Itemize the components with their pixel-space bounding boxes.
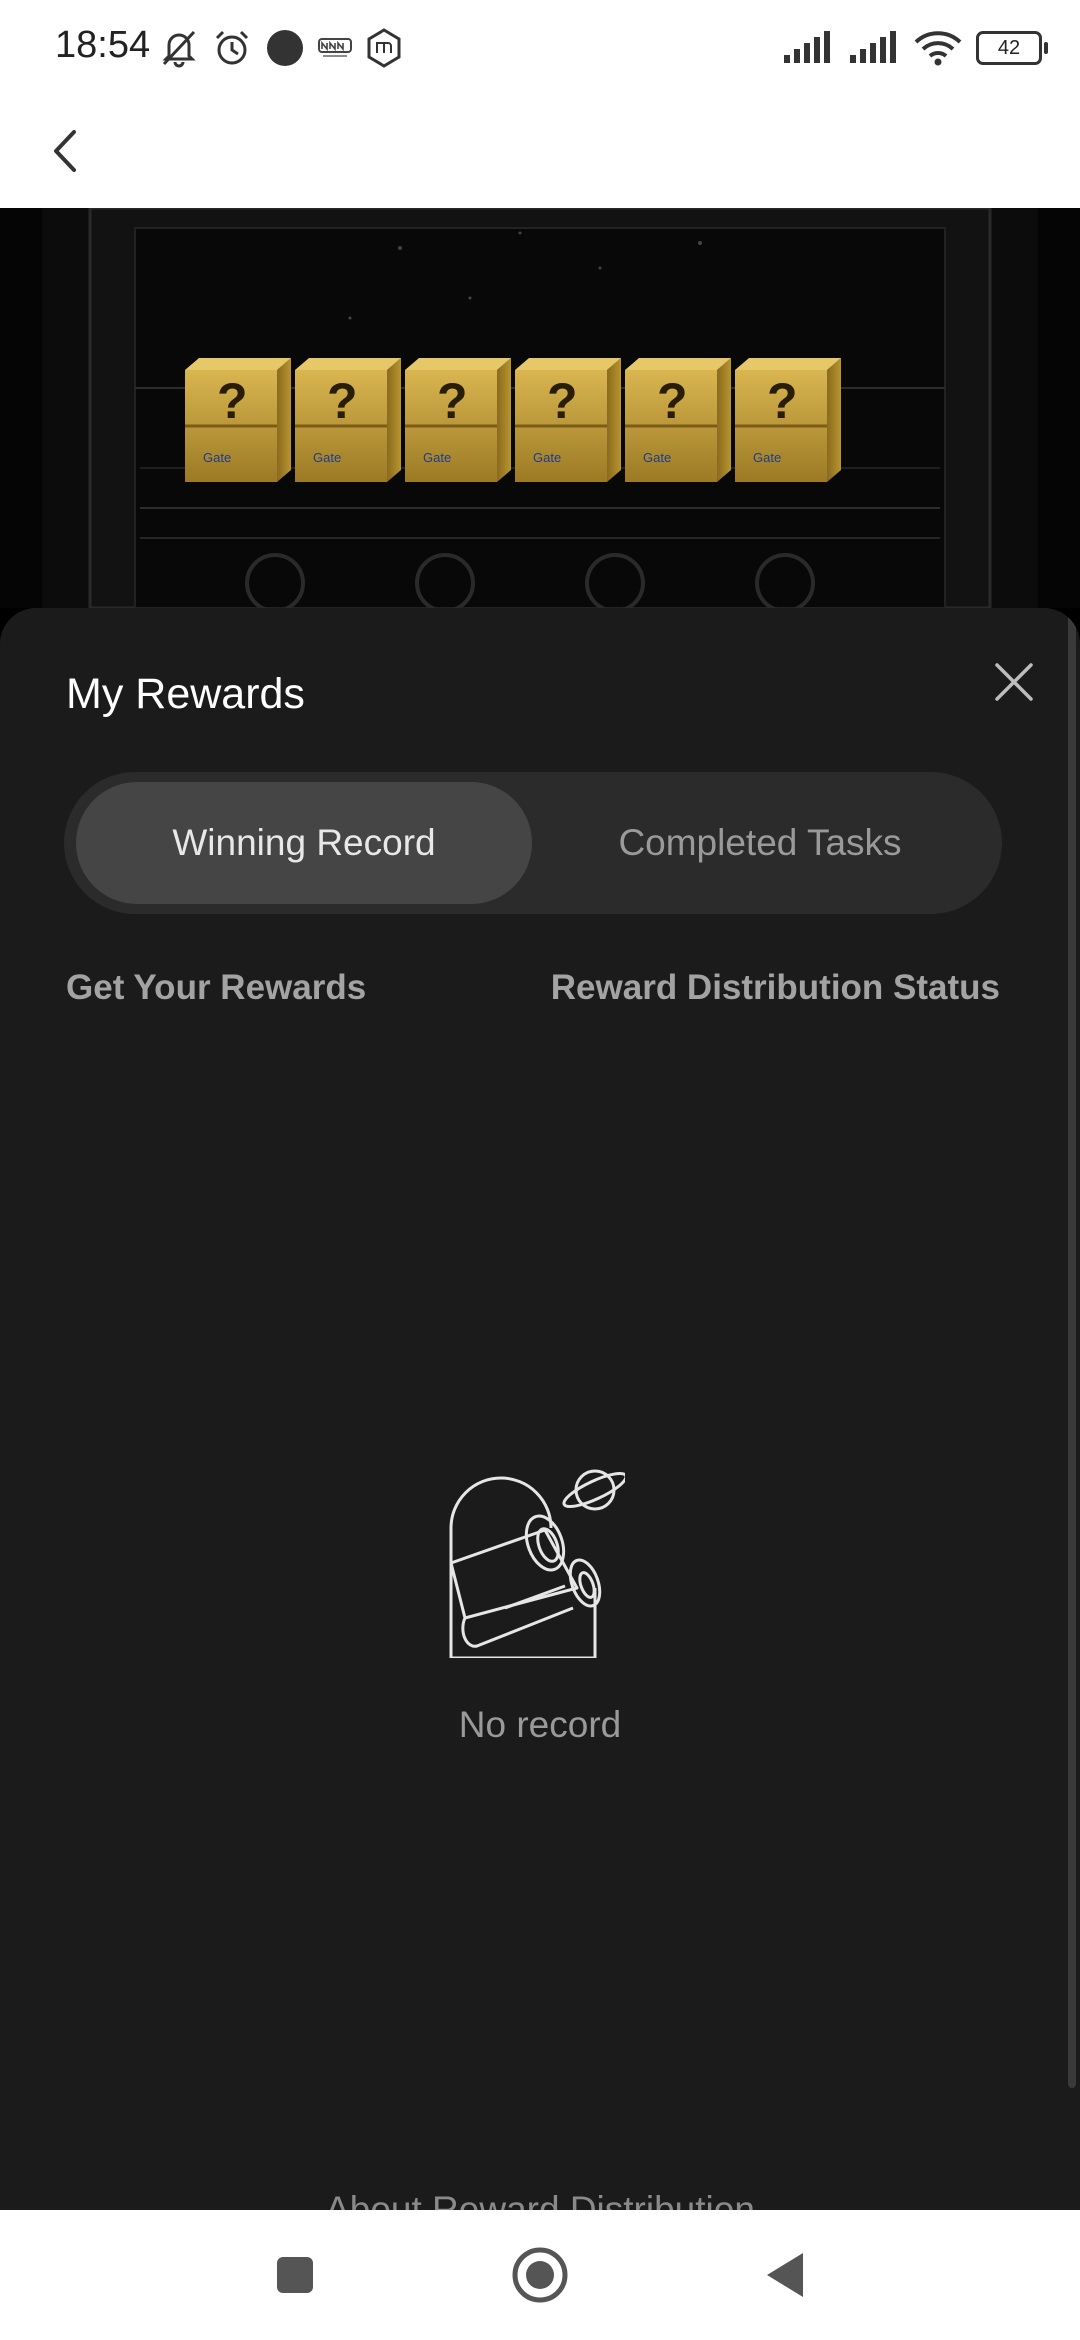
svg-text:Gate: Gate (753, 450, 781, 465)
battery-icon: 42 (976, 31, 1048, 65)
about-reward-distribution-link[interactable]: About Reward Distribution (0, 2188, 1080, 2210)
svg-text:?: ? (657, 373, 688, 429)
mystery-box-shelf-illustration: ? Gate ? Gate ? Gate ? Gate ? Gate ? Gat… (42, 208, 1038, 608)
status-bar: 18:54 42 (0, 0, 1080, 96)
mute-bell-icon (162, 30, 196, 68)
back-icon (767, 2253, 803, 2297)
svg-text:?: ? (327, 373, 358, 429)
status-icons-right: 42 (782, 26, 1048, 70)
svg-text:Gate: Gate (423, 450, 451, 465)
scrollbar[interactable] (1068, 608, 1076, 2088)
status-time: 18:54 (55, 24, 151, 66)
svg-text:Gate: Gate (203, 450, 231, 465)
back-button[interactable] (30, 116, 100, 186)
svg-text:?: ? (437, 373, 468, 429)
alarm-icon (215, 30, 249, 65)
close-button[interactable] (984, 652, 1044, 712)
binoculars-empty-icon (449, 1469, 625, 1658)
cnn-indonesia-icon (318, 38, 352, 57)
my-rewards-sheet: My Rewards Winning Record Completed Task… (0, 608, 1080, 2210)
svg-text:?: ? (547, 373, 578, 429)
mystery-box-banner: ? Gate ? Gate ? Gate ? Gate ? Gate ? Gat… (0, 208, 1080, 608)
system-back-button[interactable] (745, 2235, 825, 2315)
record-dot-icon (267, 30, 303, 66)
svg-text:Gate: Gate (643, 450, 671, 465)
mi-icon (367, 28, 401, 68)
close-icon (995, 663, 1033, 701)
chevron-left-icon (54, 130, 76, 172)
empty-state-text: No record (458, 1704, 622, 1745)
wifi-icon (914, 31, 962, 66)
column-header-distribution-status: Reward Distribution Status (550, 968, 1000, 1007)
sheet-title: My Rewards (66, 670, 305, 718)
svg-text:?: ? (217, 373, 248, 429)
tab-completed-tasks[interactable]: Completed Tasks (532, 782, 988, 904)
recent-apps-button[interactable] (255, 2235, 335, 2315)
svg-text:Gate: Gate (313, 450, 341, 465)
app-header (0, 96, 1080, 208)
svg-text:Gate: Gate (533, 450, 561, 465)
recent-apps-icon (277, 2257, 313, 2293)
home-icon (512, 2247, 568, 2303)
system-nav-bar (0, 2210, 1080, 2340)
home-button[interactable] (500, 2235, 580, 2315)
signal-icon (784, 31, 830, 63)
tab-winning-record[interactable]: Winning Record (76, 782, 532, 904)
svg-text:?: ? (767, 373, 798, 429)
column-header-get-rewards: Get Your Rewards (66, 968, 367, 1007)
rewards-tabs: Winning Record Completed Tasks (64, 772, 1002, 914)
status-icons-left (160, 26, 402, 70)
signal-icon (850, 31, 896, 63)
